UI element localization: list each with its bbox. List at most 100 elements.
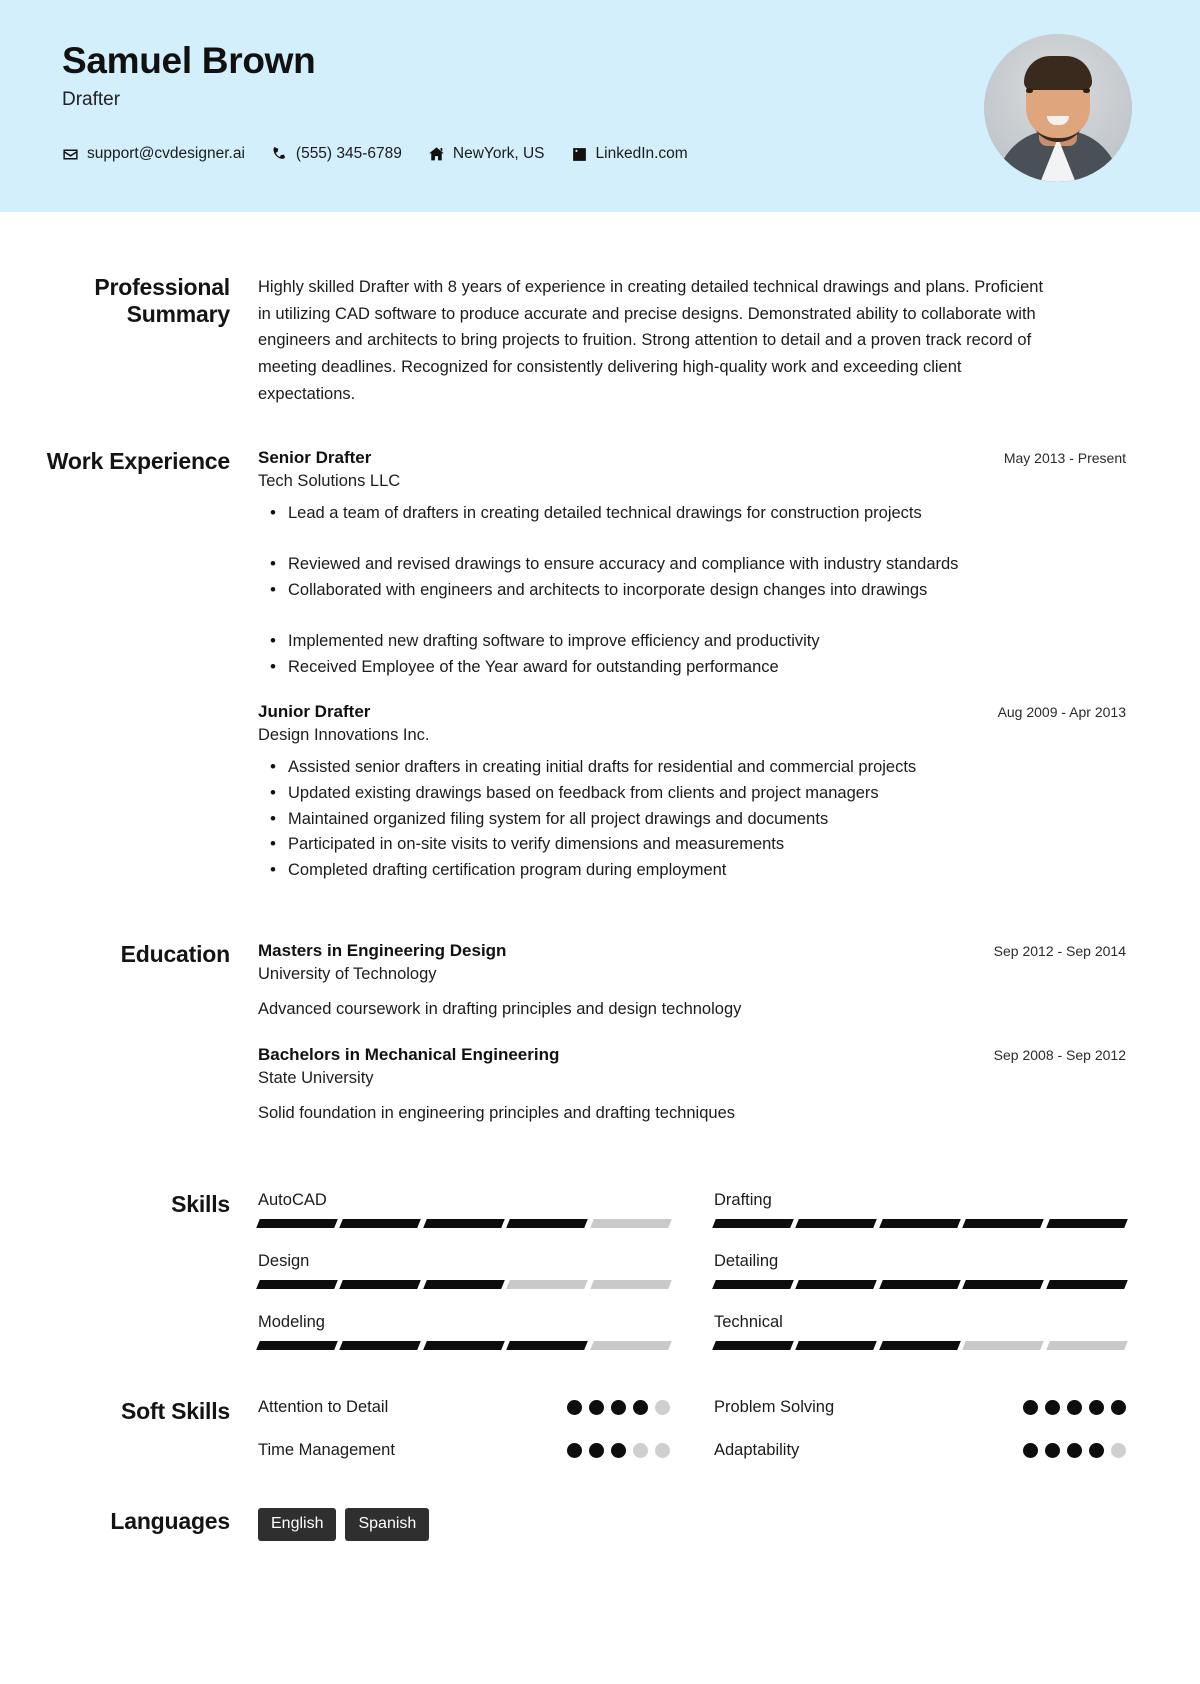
linkedin-icon <box>571 146 588 163</box>
skill-level-segment <box>256 1341 339 1351</box>
skill-level-segment <box>422 1219 506 1229</box>
section-label-work: Work Experience <box>46 447 230 474</box>
contact-row: support@cvdesigner.ai (555) 345-6789 New… <box>62 145 688 163</box>
skill-level-segment <box>422 1280 506 1290</box>
candidate-name: Samuel Brown <box>62 40 316 81</box>
section-professional-summary: Professional Summary Highly skilled Draf… <box>0 212 1136 408</box>
education-school: State University <box>258 1069 374 1088</box>
section-languages: Languages English Spanish <box>0 1460 1136 1542</box>
skill-level-segment <box>589 1341 672 1351</box>
skill-level-segment <box>339 1341 422 1351</box>
section-soft-skills: Soft Skills Attention to Detail Problem S… <box>0 1350 1136 1460</box>
section-work-experience: Work Experience Senior Drafter May 2013 … <box>0 408 1136 886</box>
home-icon <box>428 146 445 163</box>
contact-email-text: support@cvdesigner.ai <box>87 145 245 163</box>
education-date-range: Sep 2012 - Sep 2014 <box>993 943 1126 960</box>
skill-level-segment <box>589 1280 672 1290</box>
resume-page: Samuel Brown Drafter support@cvdesigner.… <box>0 0 1200 1684</box>
skill-level-bar <box>256 1219 672 1229</box>
contact-location-text: NewYork, US <box>452 145 545 163</box>
work-bullet: Lead a team of drafters in creating deta… <box>258 500 1126 527</box>
skill-level-segment <box>1045 1280 1128 1290</box>
contact-linkedin-text: LinkedIn.com <box>595 145 688 163</box>
soft-skills-grid: Attention to Detail Problem Solving Time M… <box>258 1398 1126 1460</box>
language-pill: Spanish <box>345 1508 430 1542</box>
skill-level-segment <box>712 1219 795 1229</box>
rating-dot <box>1067 1443 1082 1459</box>
rating-dot <box>1023 1400 1038 1416</box>
avatar-hair <box>1024 56 1092 90</box>
contact-linkedin[interactable]: LinkedIn.com <box>571 145 688 163</box>
work-job-title: Senior Drafter <box>258 447 372 467</box>
skill-item: Detailing <box>712 1252 1128 1290</box>
section-label-skills: Skills <box>171 1191 230 1218</box>
skill-item: Drafting <box>712 1191 1128 1229</box>
skill-level-bar <box>256 1280 672 1290</box>
work-bullet: Collaborated with engineers and architec… <box>258 577 1126 604</box>
education-school: University of Technology <box>258 965 437 984</box>
rating-dot <box>1089 1443 1104 1459</box>
work-bullet: Completed drafting certification program… <box>258 857 1126 884</box>
work-bullet: Implemented new drafting software to imp… <box>258 628 1126 655</box>
education-note: Solid foundation in engineering principl… <box>258 1104 736 1123</box>
work-job-title: Junior Drafter <box>258 702 371 722</box>
rating-dot <box>611 1400 626 1416</box>
section-label-summary: Professional Summary <box>94 274 230 328</box>
skill-item: Design <box>256 1252 672 1290</box>
avatar <box>984 34 1132 182</box>
work-bullet-list: Lead a team of drafters in creating deta… <box>258 500 1126 681</box>
skill-level-segment <box>589 1219 672 1229</box>
education-degree: Masters in Engineering Design <box>258 941 507 961</box>
contact-location[interactable]: NewYork, US <box>428 145 545 163</box>
rating-dot <box>1045 1443 1060 1459</box>
section-label-soft-skills: Soft Skills <box>121 1398 230 1425</box>
skill-level-segment <box>962 1280 1045 1290</box>
resume-header: Samuel Brown Drafter support@cvdesigner.… <box>0 0 1200 212</box>
skill-level-segment <box>339 1219 422 1229</box>
rating-dot <box>589 1400 604 1416</box>
rating-dot <box>633 1400 648 1416</box>
skills-grid: AutoCAD Drafting Design Detailing Modeling Te… <box>256 1191 1128 1351</box>
skill-level-bar <box>712 1219 1128 1229</box>
skill-level-segment <box>795 1341 878 1351</box>
soft-skill-rating-dots <box>567 1443 670 1459</box>
rating-dot <box>567 1443 582 1459</box>
rating-dot <box>633 1443 648 1459</box>
language-pill: English <box>258 1508 337 1542</box>
soft-skill-name: Time Management <box>258 1441 395 1460</box>
work-entry: Senior Drafter May 2013 - Present Tech S… <box>258 448 1126 681</box>
skill-level-bar <box>712 1280 1128 1290</box>
skill-item: Modeling <box>256 1313 672 1351</box>
avatar-eye-right <box>1083 88 1090 93</box>
work-bullet: Assisted senior drafters in creating ini… <box>258 754 1126 781</box>
work-bullet: Reviewed and revised drawings to ensure … <box>258 551 1126 578</box>
skill-name: Modeling <box>258 1313 325 1332</box>
work-company: Tech Solutions LLC <box>258 471 401 490</box>
skill-level-segment <box>962 1219 1045 1229</box>
work-bullet: Received Employee of the Year award for … <box>258 654 1126 681</box>
education-entry: Masters in Engineering Design Sep 2012 -… <box>258 941 1126 1019</box>
skill-level-segment <box>1045 1219 1128 1229</box>
contact-phone[interactable]: (555) 345-6789 <box>271 145 402 163</box>
candidate-job-title: Drafter <box>62 89 121 111</box>
soft-skill-name: Problem Solving <box>714 1398 835 1417</box>
soft-skill-rating-dots <box>567 1400 670 1416</box>
envelope-icon <box>62 146 79 163</box>
skill-level-segment <box>506 1280 589 1290</box>
skill-name: Detailing <box>714 1252 779 1271</box>
rating-dot <box>1067 1400 1082 1416</box>
resume-body: Professional Summary Highly skilled Draf… <box>0 212 1200 1542</box>
rating-dot <box>611 1443 626 1459</box>
soft-skill-item: Time Management <box>258 1441 670 1460</box>
section-education: Education Masters in Engineering Design … <box>0 885 1136 1135</box>
contact-phone-text: (555) 345-6789 <box>295 145 402 163</box>
contact-email[interactable]: support@cvdesigner.ai <box>62 145 245 163</box>
rating-dot <box>589 1443 604 1459</box>
skill-level-segment <box>712 1341 795 1351</box>
skill-name: Technical <box>714 1313 783 1332</box>
skill-level-bar <box>256 1341 672 1351</box>
phone-icon <box>271 146 288 163</box>
rating-dot <box>655 1400 670 1416</box>
education-note: Advanced coursework in drafting principl… <box>258 1000 742 1019</box>
skill-level-segment <box>878 1219 962 1229</box>
